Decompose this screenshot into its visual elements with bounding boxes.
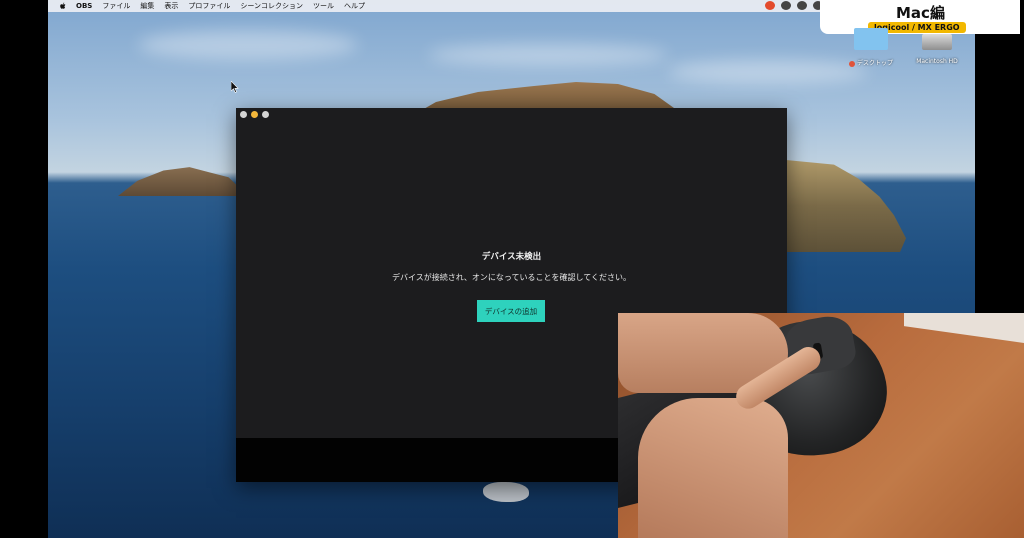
mouse-cursor-icon <box>231 81 239 93</box>
desktop-icon-macintosh-hd[interactable]: Macintosh HD <box>902 30 972 65</box>
window-zoom-button[interactable] <box>262 111 269 118</box>
island-left <box>118 167 248 196</box>
folder-icon <box>854 28 888 50</box>
cloud-status-icon[interactable] <box>797 1 807 10</box>
menu-item-edit[interactable]: 編集 <box>140 1 154 11</box>
window-close-button[interactable] <box>240 111 247 118</box>
island-right <box>786 160 906 252</box>
menu-item-view[interactable]: 表示 <box>164 1 178 11</box>
badge-title: Mac編 <box>896 4 945 22</box>
hand-lower <box>638 398 788 538</box>
menu-app-name[interactable]: OBS <box>76 2 92 10</box>
video-letterbox-left <box>0 0 48 538</box>
navigation-status-icon[interactable] <box>781 1 791 10</box>
add-device-button[interactable]: デバイスの追加 <box>477 300 545 322</box>
menu-item-file[interactable]: ファイル <box>102 1 130 11</box>
menu-item-tools[interactable]: ツール <box>313 1 334 11</box>
apple-icon[interactable] <box>58 2 68 10</box>
red-tag-icon <box>848 60 855 67</box>
menu-item-profile[interactable]: プロファイル <box>188 1 230 11</box>
menu-item-scene-collection[interactable]: シーンコレクション <box>240 1 303 11</box>
no-device-message: デバイスが接続され、オンになっていることを確認してください。 <box>392 273 631 282</box>
camera-overlay-hand-mouse <box>618 313 1024 538</box>
macintosh-hd-label: Macintosh HD <box>916 58 958 65</box>
obs-status-icon[interactable] <box>765 1 775 10</box>
hard-drive-icon <box>922 34 952 50</box>
desktop-folder-label: デスクトップ <box>856 60 893 67</box>
window-minimize-button[interactable] <box>251 111 258 118</box>
no-device-heading: デバイス未検出 <box>481 252 542 262</box>
desktop-icon-desktop-folder[interactable]: デスクトップ <box>836 28 906 67</box>
sea-rocks <box>483 482 529 502</box>
menu-item-help[interactable]: ヘルプ <box>344 1 365 11</box>
